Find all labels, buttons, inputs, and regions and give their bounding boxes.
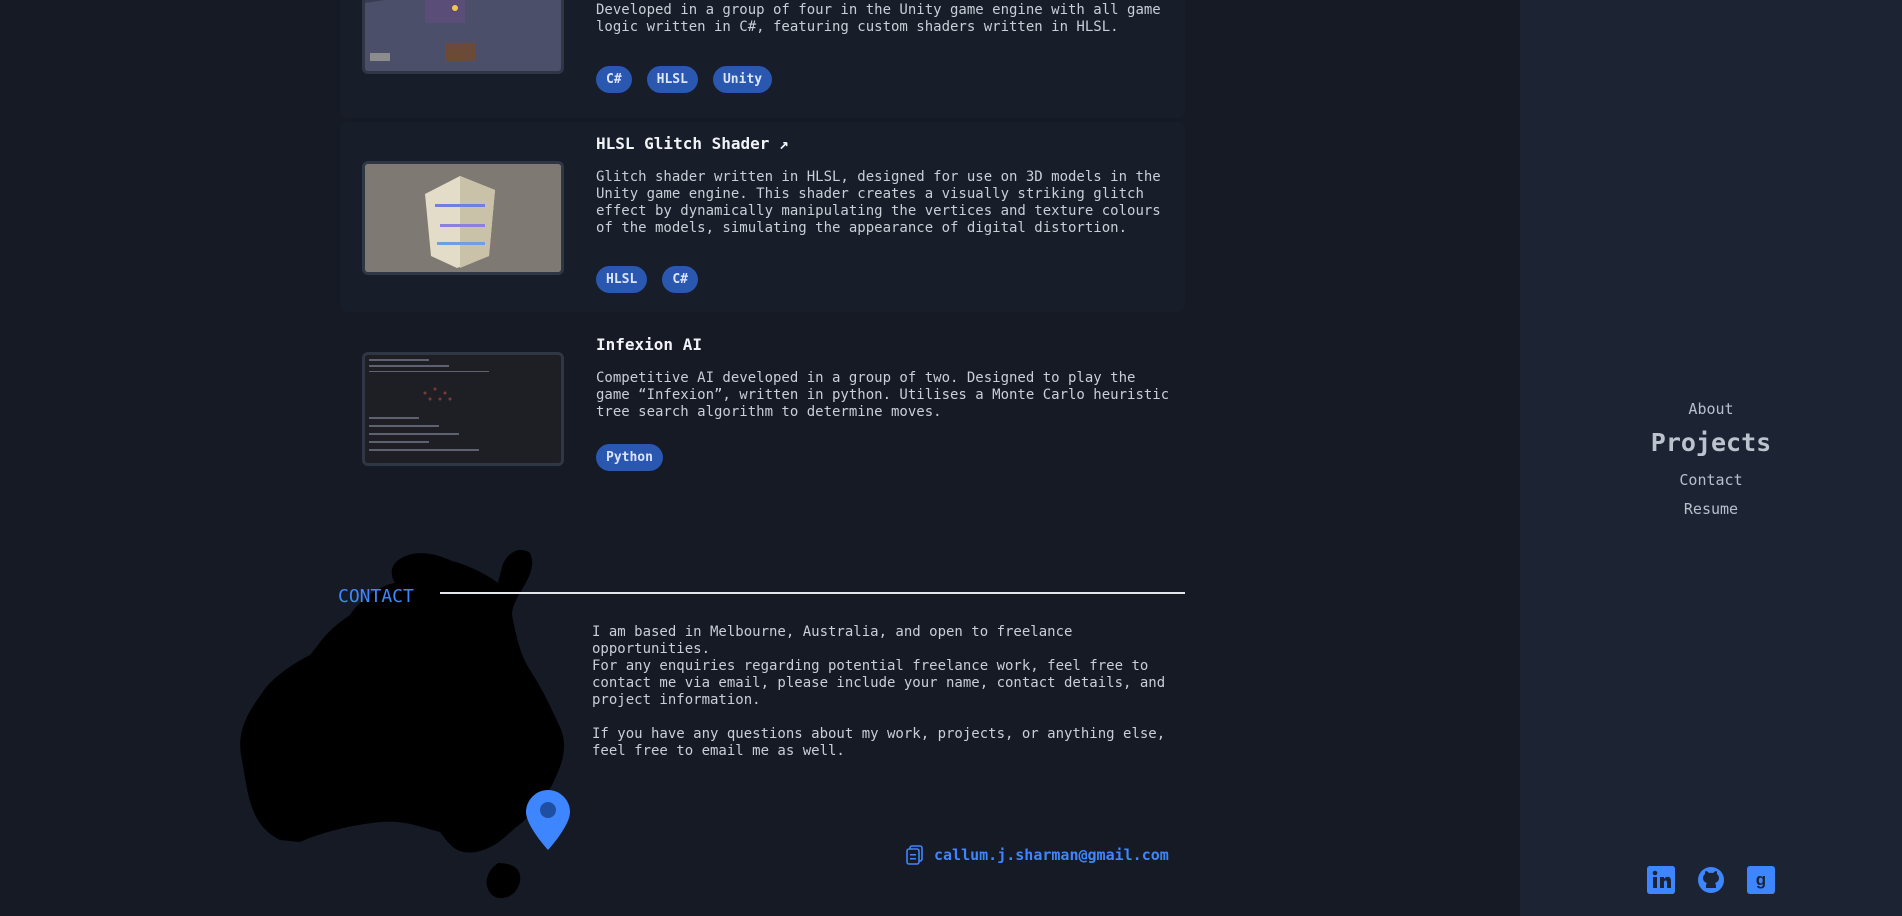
- tag: HLSL: [646, 66, 698, 93]
- copy-icon[interactable]: [906, 845, 924, 865]
- australia-map: [240, 549, 565, 899]
- project-tags: HLSL C#: [596, 266, 698, 293]
- nav-item-contact[interactable]: Contact: [1520, 471, 1902, 489]
- nav-item-about[interactable]: About: [1520, 400, 1902, 418]
- project-title[interactable]: HLSL Glitch Shader ↗: [596, 134, 789, 153]
- tag: HLSL: [596, 266, 648, 293]
- main-content: Developed in a group of four in the Unit…: [0, 0, 1520, 916]
- contact-paragraph: If you have any questions about my work,…: [592, 726, 1166, 759]
- project-title[interactable]: Infexion AI: [596, 335, 702, 354]
- goodreads-icon[interactable]: g: [1747, 866, 1775, 894]
- game-screenshot-image: [365, 0, 561, 71]
- tag: C#: [662, 266, 698, 293]
- project-tags: C# HLSL Unity: [596, 66, 773, 93]
- code-screenshot-image: [365, 355, 561, 463]
- contact-paragraph: I am based in Melbourne, Australia, and …: [592, 624, 1073, 657]
- tag: C#: [596, 66, 632, 93]
- section-divider: [440, 592, 1185, 594]
- project-tags: Python: [596, 444, 663, 471]
- location-pin-icon: [526, 790, 570, 850]
- svg-text:g: g: [1756, 870, 1766, 889]
- glitch-model-image: [365, 164, 561, 272]
- project-card[interactable]: Infexion AI Competitive AI developed in …: [340, 322, 1185, 492]
- contact-heading: CONTACT: [338, 586, 414, 607]
- project-card[interactable]: HLSL Glitch Shader ↗ Glitch shader writt…: [340, 122, 1185, 312]
- social-links: g: [1647, 866, 1775, 894]
- tag: Python: [596, 444, 663, 471]
- project-thumbnail: [362, 161, 564, 275]
- email-link[interactable]: callum.j.sharman@gmail.com: [906, 845, 1169, 865]
- project-description: Competitive AI developed in a group of t…: [596, 370, 1170, 420]
- linkedin-icon[interactable]: [1647, 866, 1675, 894]
- project-description: Developed in a group of four in the Unit…: [596, 2, 1161, 35]
- nav-item-projects[interactable]: Projects: [1520, 428, 1902, 457]
- tag: Unity: [712, 66, 773, 93]
- email-address[interactable]: callum.j.sharman@gmail.com: [934, 846, 1169, 864]
- nav-item-resume[interactable]: Resume: [1520, 500, 1902, 518]
- project-card[interactable]: Developed in a group of four in the Unit…: [340, 0, 1185, 118]
- project-thumbnail: [362, 0, 564, 74]
- github-icon[interactable]: [1697, 866, 1725, 894]
- sidebar-nav: About Projects Contact Resume g: [1520, 0, 1902, 916]
- project-thumbnail: [362, 352, 564, 466]
- contact-paragraph: For any enquiries regarding potential fr…: [592, 658, 1166, 708]
- project-description: Glitch shader written in HLSL, designed …: [596, 169, 1161, 236]
